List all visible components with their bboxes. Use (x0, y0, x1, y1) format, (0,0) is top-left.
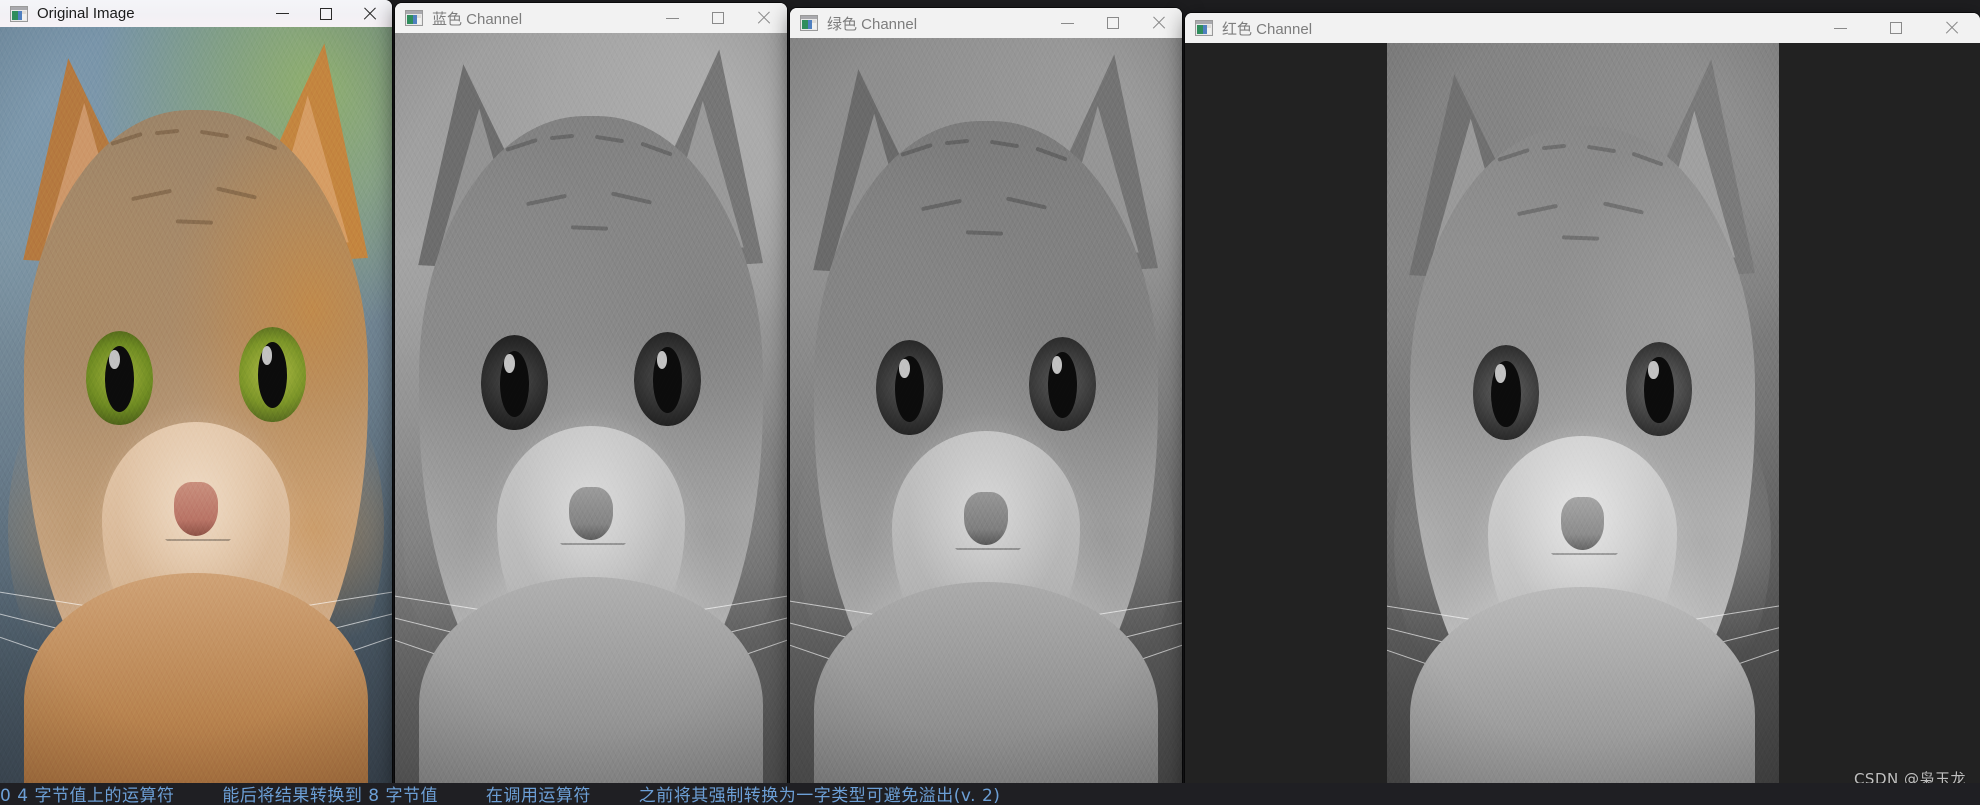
minimize-button[interactable] (649, 3, 695, 33)
maximize-icon (1890, 22, 1902, 34)
window-controls-blue (649, 3, 787, 33)
code-line: 0 4 字节值上的运算符 能后将结果转换到 8 字节值 在调用运算符 之前将其强… (0, 783, 1042, 805)
cat-eye-left (481, 335, 548, 430)
cat-photo-red-channel (1386, 43, 1779, 799)
image-canvas-red-channel[interactable]: CSDN @枭玉龙 (1185, 43, 1980, 799)
code-fragment: 0 4 字节值上的运算符 (0, 786, 175, 805)
maximize-button[interactable] (304, 0, 348, 27)
close-button[interactable] (348, 0, 392, 27)
cat-eye-right (1029, 336, 1096, 432)
window-controls-red (1812, 13, 1980, 43)
cat-eye-right (634, 331, 701, 427)
maximize-icon (712, 12, 724, 24)
close-icon (1152, 16, 1166, 30)
cat-eye-left (876, 340, 943, 435)
minimize-icon (1060, 22, 1074, 24)
titlebar-green-channel[interactable]: 绿色 Channel (790, 8, 1182, 39)
image-viewer-icon (800, 15, 818, 31)
image-canvas-green-channel[interactable] (790, 38, 1182, 794)
titlebar-red-channel[interactable]: 红色 Channel (1185, 13, 1980, 44)
code-fragment: 之前将其强制转换为一字类型可避免溢出(v. 2) (638, 786, 1001, 805)
cat-eye-left (86, 330, 153, 426)
close-button[interactable] (1136, 8, 1182, 38)
cat-photo-color (0, 27, 392, 786)
close-icon (363, 7, 377, 21)
window-red-channel[interactable]: 红色 Channel CSDN @枭玉龙 (1185, 13, 1980, 799)
cat-photo-green-channel (790, 38, 1182, 794)
window-title-red-channel: 红色 Channel (1222, 20, 1313, 38)
window-controls-original (260, 0, 392, 27)
close-button[interactable] (1924, 13, 1980, 43)
minimize-icon (665, 17, 679, 19)
close-button[interactable] (741, 3, 787, 33)
maximize-button[interactable] (695, 3, 741, 33)
cat-photo-blue-channel (395, 33, 787, 789)
background-code-text: 0 4 字节值上的运算符 能后将结果转换到 8 字节值 在调用运算符 之前将其强… (0, 783, 1980, 805)
desktop-background: Original Image 蓝色 Channel 绿色 Channel 红色 … (0, 0, 1980, 805)
window-controls-green (1044, 8, 1182, 38)
maximize-icon (1107, 17, 1119, 29)
titlebar-blue-channel[interactable]: 蓝色 Channel (395, 3, 787, 34)
cat-eye-left (1472, 345, 1540, 440)
cat-eye-right (1625, 341, 1693, 437)
minimize-icon (275, 13, 289, 14)
image-viewer-icon (1195, 20, 1213, 36)
cat-eye-right (239, 326, 306, 422)
minimize-button[interactable] (260, 0, 304, 27)
window-original-image[interactable]: Original Image (0, 0, 392, 786)
window-blue-channel[interactable]: 蓝色 Channel (395, 3, 787, 789)
minimize-button[interactable] (1812, 13, 1868, 43)
window-title-green-channel: 绿色 Channel (827, 15, 918, 33)
maximize-button[interactable] (1090, 8, 1136, 38)
minimize-button[interactable] (1044, 8, 1090, 38)
image-canvas-original[interactable] (0, 27, 392, 786)
maximize-button[interactable] (1868, 13, 1924, 43)
image-viewer-icon (10, 5, 28, 22)
minimize-icon (1833, 27, 1847, 29)
window-green-channel[interactable]: 绿色 Channel (790, 8, 1182, 794)
titlebar-original-image[interactable]: Original Image (0, 0, 392, 28)
close-icon (757, 11, 771, 25)
window-title-blue-channel: 蓝色 Channel (432, 10, 523, 28)
maximize-icon (320, 7, 332, 20)
image-canvas-blue-channel[interactable] (395, 33, 787, 789)
code-fragment: 能后将结果转换到 8 字节值 (222, 786, 438, 805)
image-viewer-icon (405, 10, 423, 26)
code-fragment: 在调用运算符 (485, 786, 591, 805)
window-title-original-image: Original Image (37, 5, 135, 22)
close-icon (1945, 21, 1959, 35)
